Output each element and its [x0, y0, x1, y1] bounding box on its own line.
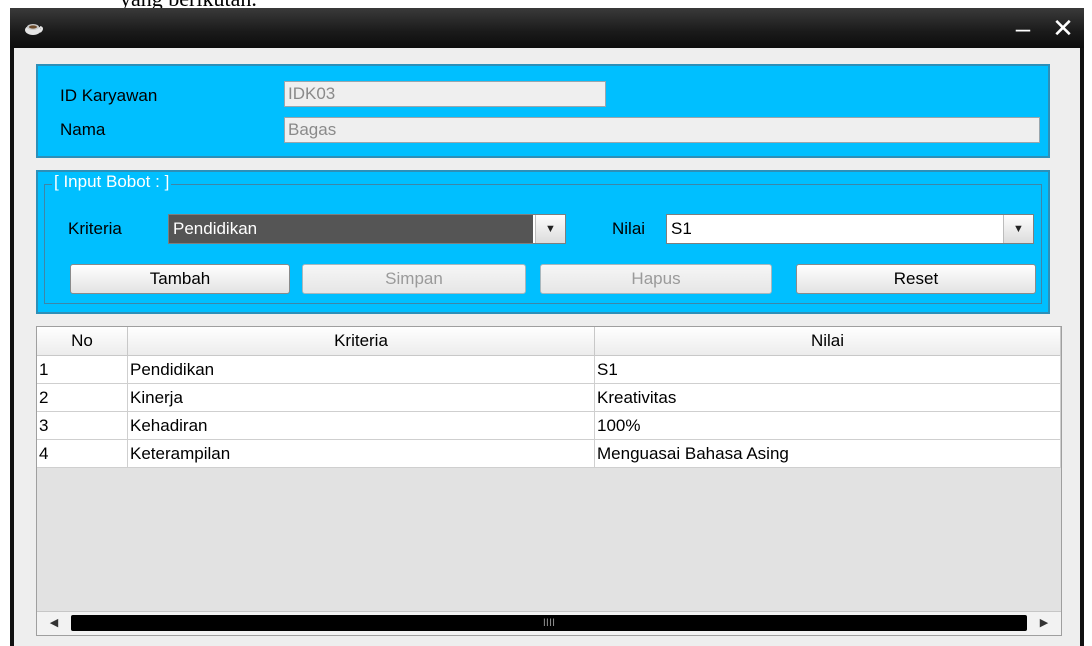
cell-no: 2	[37, 383, 128, 412]
nama-field[interactable]: Bagas	[284, 117, 1040, 143]
chevron-down-icon[interactable]: ▼	[535, 215, 565, 243]
column-header-nilai[interactable]: Nilai	[594, 327, 1061, 356]
scroll-right-icon[interactable]: ▶	[1029, 612, 1059, 634]
id-karyawan-label: ID Karyawan	[60, 86, 158, 105]
column-header-kriteria[interactable]: Kriteria	[127, 327, 595, 356]
cell-kriteria: Keterampilan	[127, 439, 595, 468]
cell-no: 4	[37, 439, 128, 468]
minimize-button[interactable]: –	[1008, 14, 1038, 42]
input-bobot-title: [ Input Bobot : ]	[52, 172, 172, 192]
reset-button[interactable]: Reset	[796, 264, 1036, 294]
table-header-row: No Kriteria Nilai	[37, 327, 1061, 356]
close-button[interactable]: ✕	[1048, 14, 1078, 42]
horizontal-scrollbar[interactable]: ◀ IIII ▶	[37, 611, 1061, 635]
cell-nilai: Kreativitas	[594, 383, 1061, 412]
table-row[interactable]: 4 Keterampilan Menguasai Bahasa Asing	[37, 439, 1061, 468]
column-header-no[interactable]: No	[37, 327, 128, 356]
scrollbar-thumb[interactable]: IIII	[71, 615, 1027, 631]
cell-nilai: Menguasai Bahasa Asing	[594, 439, 1061, 468]
cell-nilai: 100%	[594, 411, 1061, 440]
kriteria-selected-value: Pendidikan	[169, 215, 533, 243]
nilai-combobox[interactable]: S1 ▼	[666, 214, 1034, 244]
hapus-button[interactable]: Hapus	[540, 264, 772, 294]
input-bobot-panel: [ Input Bobot : ] Kriteria Pendidikan ▼ …	[36, 170, 1050, 314]
table-row[interactable]: 2 Kinerja Kreativitas	[37, 383, 1061, 412]
scroll-left-icon[interactable]: ◀	[39, 612, 69, 634]
simpan-button[interactable]: Simpan	[302, 264, 526, 294]
cell-no: 3	[37, 411, 128, 440]
id-karyawan-field[interactable]: IDK03	[284, 81, 606, 107]
cell-no: 1	[37, 355, 128, 384]
table-row[interactable]: 1 Pendidikan S1	[37, 355, 1061, 384]
kriteria-combobox[interactable]: Pendidikan ▼	[168, 214, 566, 244]
dialog-window: – ✕ ID Karyawan IDK03 Nama Bagas [ Input…	[10, 8, 1084, 646]
title-bar[interactable]: – ✕	[10, 8, 1084, 48]
cell-kriteria: Kinerja	[127, 383, 595, 412]
nilai-selected-value: S1	[671, 219, 692, 238]
employee-panel: ID Karyawan IDK03 Nama Bagas	[36, 64, 1050, 158]
table-row[interactable]: 3 Kehadiran 100%	[37, 411, 1061, 440]
cell-kriteria: Pendidikan	[127, 355, 595, 384]
cell-kriteria: Kehadiran	[127, 411, 595, 440]
window-content: ID Karyawan IDK03 Nama Bagas [ Input Bob…	[14, 48, 1080, 646]
cell-nilai: S1	[594, 355, 1061, 384]
tambah-button[interactable]: Tambah	[70, 264, 290, 294]
kriteria-label: Kriteria	[68, 219, 122, 238]
coffee-cup-icon	[25, 24, 43, 35]
nilai-label: Nilai	[612, 219, 646, 238]
bobot-table-container: No Kriteria Nilai 1 Pendidikan S1 2 Kine…	[36, 326, 1062, 636]
nama-label: Nama	[60, 120, 106, 139]
chevron-down-icon[interactable]: ▼	[1003, 215, 1033, 243]
bobot-table: No Kriteria Nilai 1 Pendidikan S1 2 Kine…	[37, 327, 1061, 468]
